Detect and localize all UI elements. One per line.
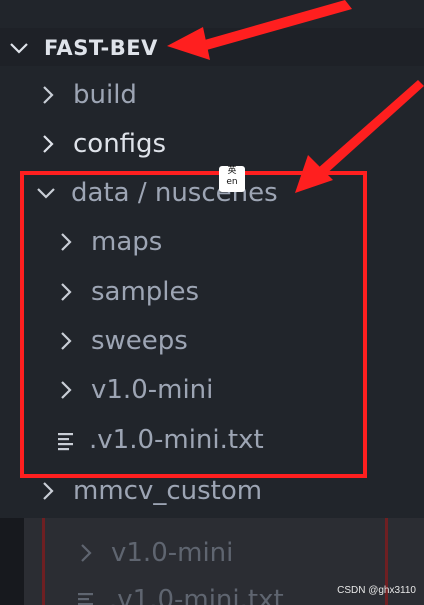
arrow-to-root [167,0,352,60]
arrow-to-highlight-box [295,80,424,193]
watermark: CSDN @ghx3110 [337,585,416,596]
annotation-arrows [167,0,424,193]
